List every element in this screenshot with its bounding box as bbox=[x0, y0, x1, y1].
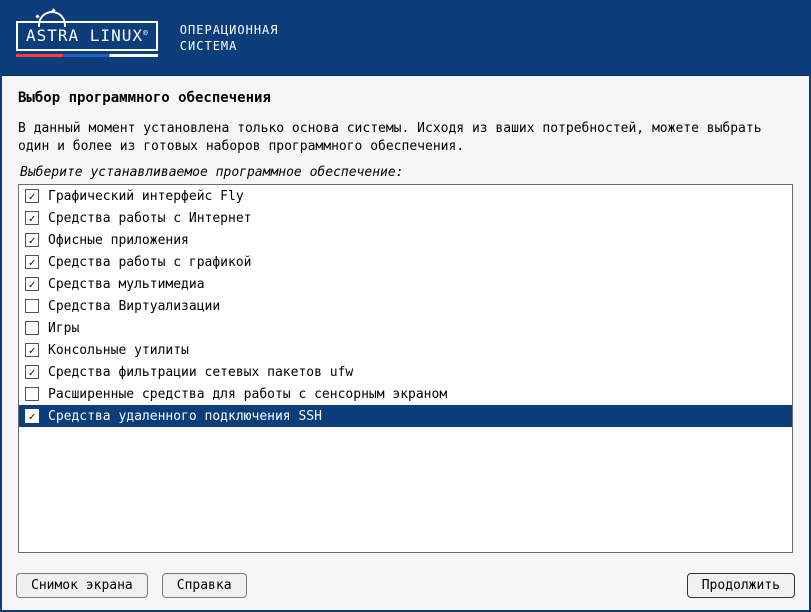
software-item-label: Средства работы с графикой bbox=[48, 255, 252, 270]
checkbox-icon[interactable] bbox=[25, 343, 39, 357]
software-item[interactable]: Расширенные средства для работы с сенсор… bbox=[19, 383, 792, 405]
checkbox-icon[interactable] bbox=[25, 321, 39, 335]
software-list[interactable]: Графический интерфейс Fly Средства работы… bbox=[18, 184, 793, 553]
checkbox-icon[interactable] bbox=[25, 277, 39, 291]
checkbox-icon[interactable] bbox=[25, 233, 39, 247]
checkbox-icon[interactable] bbox=[25, 189, 39, 203]
software-item-label: Средства мультимедиа bbox=[48, 277, 205, 292]
software-item-label: Игры bbox=[48, 321, 79, 336]
checkbox-icon[interactable] bbox=[25, 255, 39, 269]
software-item-label: Средства фильтрации сетевых пакетов ufw bbox=[48, 365, 353, 380]
checkbox-icon[interactable] bbox=[25, 299, 39, 313]
software-item-label: Графический интерфейс Fly bbox=[48, 189, 244, 204]
logo-text: ASTRA LINUX bbox=[26, 26, 143, 45]
software-item[interactable]: Средства работы с Интернет bbox=[19, 207, 792, 229]
page-description: В данный момент установлена только основ… bbox=[18, 120, 793, 155]
checkbox-icon[interactable] bbox=[25, 409, 39, 423]
software-item-label: Средства удаленного подключения SSH bbox=[48, 409, 322, 424]
help-button[interactable]: Справка bbox=[162, 573, 247, 598]
software-item[interactable]: Консольные утилиты bbox=[19, 339, 792, 361]
header-subtitle: ОПЕРАЦИОННАЯ СИСТЕМА bbox=[180, 23, 279, 54]
software-item-label: Средства работы с Интернет bbox=[48, 211, 252, 226]
software-item[interactable]: Средства фильтрации сетевых пакетов ufw bbox=[19, 361, 792, 383]
software-item-label: Офисные приложения bbox=[48, 233, 189, 248]
software-item[interactable]: Средства работы с графикой bbox=[19, 251, 792, 273]
continue-button[interactable]: Продолжить bbox=[687, 573, 795, 598]
software-item-label: Средства Виртуализации bbox=[48, 299, 220, 314]
checkbox-icon[interactable] bbox=[25, 387, 39, 401]
checkbox-icon[interactable] bbox=[25, 211, 39, 225]
software-item[interactable]: Средства мультимедиа bbox=[19, 273, 792, 295]
software-item[interactable]: Средства Виртуализации bbox=[19, 295, 792, 317]
software-item[interactable]: Средства удаленного подключения SSH bbox=[19, 405, 792, 427]
list-subtitle: Выберите устанавливаемое программное обе… bbox=[20, 165, 793, 180]
astra-linux-logo: ASTRA LINUX® bbox=[16, 21, 158, 57]
software-item[interactable]: Игры bbox=[19, 317, 792, 339]
software-item[interactable]: Офисные приложения bbox=[19, 229, 792, 251]
software-item[interactable]: Графический интерфейс Fly bbox=[19, 185, 792, 207]
footer: Снимок экрана Справка Продолжить bbox=[2, 563, 809, 610]
content-area: Выбор программного обеспечения В данный … bbox=[2, 76, 809, 563]
software-item-label: Расширенные средства для работы с сенсор… bbox=[48, 387, 447, 402]
software-item-label: Консольные утилиты bbox=[48, 343, 189, 358]
checkbox-icon[interactable] bbox=[25, 365, 39, 379]
header: ASTRA LINUX® ОПЕРАЦИОННАЯ СИСТЕМА bbox=[2, 2, 809, 76]
page-title: Выбор программного обеспечения bbox=[18, 90, 793, 106]
screenshot-button[interactable]: Снимок экрана bbox=[16, 573, 148, 598]
